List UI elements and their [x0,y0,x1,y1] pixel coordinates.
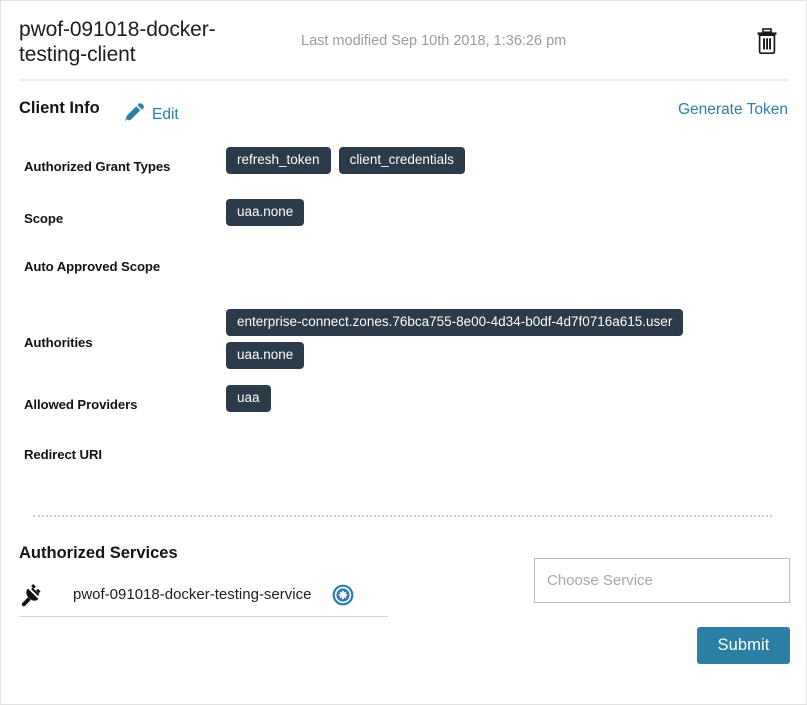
generate-token-link[interactable]: Generate Token [678,101,788,119]
field-label: Scope [24,211,64,226]
value-tag: uaa.none [226,199,305,226]
field-row: Redirect URI [1,439,806,491]
field-row: Allowed Providers uaa [1,385,806,439]
value-tag: uaa [226,385,271,412]
value-tag: client_credentials [338,147,465,174]
field-values: uaa [226,385,806,412]
choose-service-input[interactable] [534,558,790,603]
field-row: Authorities enterprise-connect.zones.76b… [1,307,806,385]
client-info-title: Client Info [19,99,100,117]
field-row: Scope uaa.none [1,199,806,251]
client-detail-card: pwof-091018-docker-testing-client Last m… [0,0,807,705]
plug-icon [19,582,45,608]
field-label: Allowed Providers [24,397,138,412]
pencil-icon [123,101,145,128]
value-tag: enterprise-connect.zones.76bca755-8e00-4… [226,309,684,336]
section-divider [33,515,772,517]
client-info-bar: Client Info Edit Generate Token [1,93,806,135]
submit-button[interactable]: Submit [697,627,790,664]
last-modified-text: Last modified Sep 10th 2018, 1:36:26 pm [301,33,567,49]
field-values: uaa.none [226,199,806,226]
value-tag: uaa.none [226,342,305,369]
trash-icon[interactable] [754,27,780,55]
field-values: enterprise-connect.zones.76bca755-8e00-4… [226,307,806,369]
authorized-services-title: Authorized Services [19,544,178,562]
client-info-fields: Authorized Grant Types refresh_token cli… [1,147,806,491]
field-label: Redirect URI [24,447,102,462]
field-row: Authorized Grant Types refresh_token cli… [1,147,806,199]
edit-button[interactable]: Edit [123,101,179,128]
field-label: Auto Approved Scope [24,259,161,274]
edit-label: Edit [152,105,179,123]
remove-circle-icon[interactable] [332,584,354,606]
service-name: pwof-091018-docker-testing-service [73,586,312,603]
header-divider [19,79,788,81]
value-tag: refresh_token [226,147,331,174]
field-values: refresh_token client_credentials [226,147,806,174]
field-label: Authorities [24,335,93,350]
list-item: pwof-091018-docker-testing-service [19,573,388,617]
page-title: pwof-091018-docker-testing-client [19,18,216,66]
card-header: pwof-091018-docker-testing-client Last m… [1,1,806,79]
field-row: Auto Approved Scope [1,251,806,307]
field-label: Authorized Grant Types [24,159,171,174]
